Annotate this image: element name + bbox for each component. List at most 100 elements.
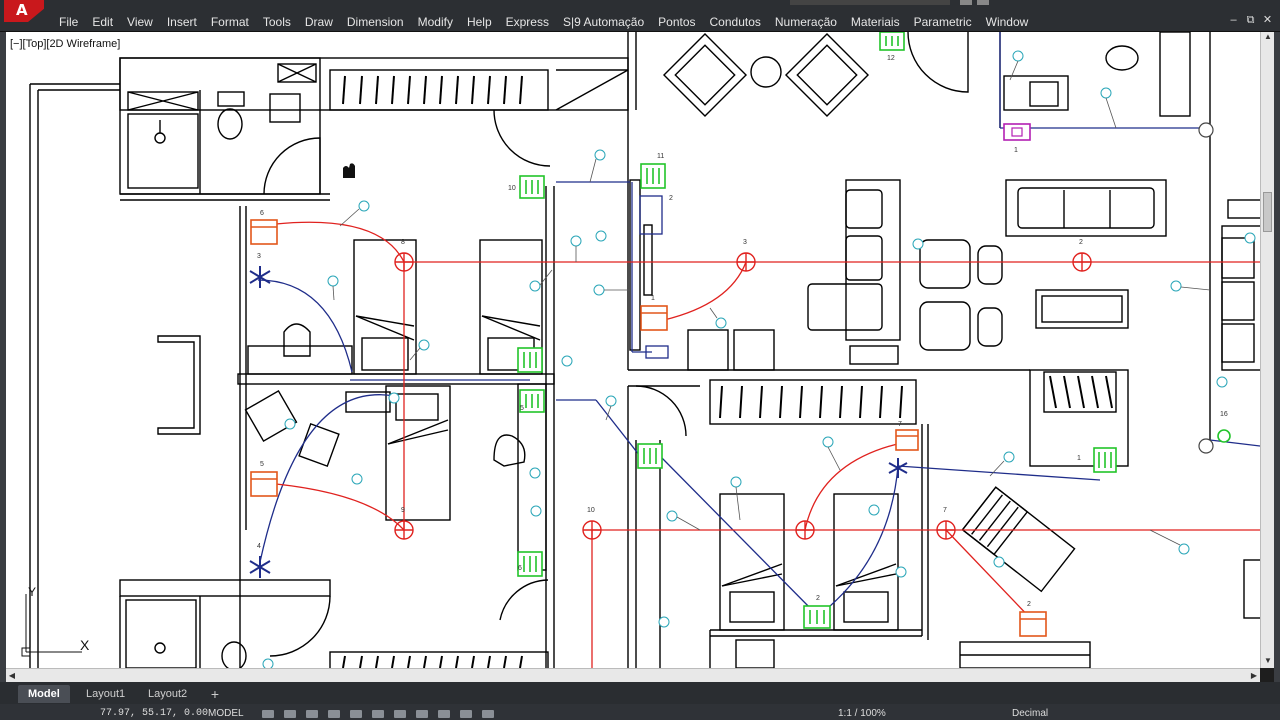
menu-materiais[interactable]: Materiais	[844, 14, 907, 30]
menu-file[interactable]: File	[52, 14, 85, 30]
tag-6: 6	[260, 210, 264, 217]
close-icon[interactable]: ✕	[1261, 14, 1274, 27]
junction-nodes	[1198, 122, 1214, 454]
light-icon	[795, 520, 815, 540]
tab-model[interactable]: Model	[18, 685, 70, 703]
menu-parametric[interactable]: Parametric	[907, 14, 979, 30]
app-logo-letter: A	[16, 1, 28, 19]
tag-5b: 5	[520, 405, 524, 412]
tag-6b: 6	[518, 565, 522, 572]
tab-layout1[interactable]: Layout1	[76, 685, 135, 703]
ucs-icon	[21, 594, 82, 657]
annotation-icon[interactable]	[460, 710, 472, 718]
floor-plan-drawing[interactable]: 12 10 11 6 3 8 3 2 2 1 1 5 4 9 10 7 7 2 …	[6, 32, 1260, 668]
tag-2a: 2	[1079, 239, 1083, 246]
outlet-icon	[250, 219, 278, 245]
minimize-icon[interactable]: –	[1227, 14, 1240, 27]
ucs-x-label: X	[80, 637, 90, 653]
node-icon	[1198, 438, 1214, 454]
search-box[interactable]	[790, 0, 950, 5]
otrack-icon[interactable]	[372, 710, 384, 718]
lineweight-icon[interactable]	[394, 710, 406, 718]
menu-format[interactable]: Format	[204, 14, 256, 30]
leader-lines	[332, 60, 1211, 546]
app-menu-button[interactable]: A	[4, 0, 44, 22]
outlet-icon	[1019, 611, 1047, 637]
menu-condutos[interactable]: Condutos	[703, 14, 768, 30]
tag-3b: 3	[743, 239, 747, 246]
menu-draw[interactable]: Draw	[298, 14, 340, 30]
circuit-lines	[275, 221, 1260, 668]
menu-numeracao[interactable]: Numeração	[768, 14, 844, 30]
viewport-controls-label[interactable]: [−][Top][2D Wireframe]	[10, 38, 120, 50]
snowflake-icon	[249, 556, 271, 578]
ucs-y-label: Y	[28, 585, 36, 599]
tag-2b: 2	[669, 195, 673, 202]
menu-window[interactable]: Window	[979, 14, 1036, 30]
outlets	[250, 219, 1047, 637]
tag-9: 9	[401, 507, 405, 514]
menu-modify[interactable]: Modify	[411, 14, 460, 30]
menu-dimension[interactable]: Dimension	[340, 14, 411, 30]
add-layout-icon[interactable]: +	[206, 685, 224, 703]
switch-icon	[517, 347, 543, 373]
tag-1a: 1	[651, 295, 655, 302]
light-icon	[394, 252, 414, 272]
menu-help[interactable]: Help	[460, 14, 499, 30]
window-controls: – ⧉ ✕	[1227, 14, 1274, 27]
tag-5: 5	[260, 461, 264, 468]
panel-icon	[639, 195, 663, 235]
osnap-icon[interactable]	[350, 710, 362, 718]
tag-3a: 3	[257, 253, 261, 260]
tag-7b: 7	[943, 507, 947, 514]
layout-tabs: Model Layout1 Layout2 +	[0, 682, 1280, 704]
model-space-toggle[interactable]: MODEL	[208, 708, 244, 719]
help-icon[interactable]	[977, 0, 989, 5]
light-icon	[736, 252, 756, 272]
tag-10: 10	[508, 185, 516, 192]
pan-cursor-icon	[343, 163, 355, 178]
menu-bar: A File Edit View Insert Format Tools Dra…	[0, 0, 1280, 32]
menu-pontos[interactable]: Pontos	[651, 14, 702, 30]
menu-s9-automacao[interactable]: S|9 Automação	[556, 14, 651, 30]
workspace-icon[interactable]	[482, 710, 494, 718]
menu-edit[interactable]: Edit	[85, 14, 120, 30]
transparency-icon[interactable]	[416, 710, 428, 718]
tag-7a: 7	[898, 421, 902, 428]
menu-tools[interactable]: Tools	[256, 14, 298, 30]
grid-icon[interactable]	[262, 710, 274, 718]
drawing-viewport[interactable]: [−][Top][2D Wireframe] 12 10 11 6 3 8 3 …	[6, 32, 1260, 668]
tag-8: 8	[401, 239, 405, 246]
switch-icon	[637, 443, 663, 469]
scroll-right-icon[interactable]: ▶	[1248, 669, 1260, 683]
scroll-left-icon[interactable]: ◀	[6, 669, 18, 683]
menu-insert[interactable]: Insert	[160, 14, 204, 30]
scroll-down-icon[interactable]: ▼	[1261, 656, 1275, 668]
light-fixtures	[394, 252, 1092, 540]
exchange-icon[interactable]	[960, 0, 972, 5]
status-toggles	[262, 710, 494, 718]
tab-layout2[interactable]: Layout2	[138, 685, 197, 703]
menu-view[interactable]: View	[120, 14, 160, 30]
vertical-scroll-thumb[interactable]	[1263, 192, 1272, 232]
switch-icon	[803, 605, 831, 629]
right-gutter	[1274, 32, 1280, 682]
junction-box-icon	[1003, 123, 1031, 141]
selection-cycling-icon[interactable]	[438, 710, 450, 718]
vertical-scrollbar[interactable]: ▲ ▼	[1260, 32, 1274, 668]
polar-icon[interactable]	[328, 710, 340, 718]
ortho-icon[interactable]	[306, 710, 318, 718]
units-display[interactable]: Decimal	[1012, 708, 1048, 719]
snap-icon[interactable]	[284, 710, 296, 718]
annotation-scale[interactable]: 1:1 / 100%	[838, 708, 886, 719]
restore-icon[interactable]: ⧉	[1244, 14, 1257, 27]
horizontal-scrollbar[interactable]: ◀ ▶	[6, 668, 1260, 682]
cursor-coordinates: 77.97, 55.17, 0.00	[100, 708, 209, 719]
switch-icon	[519, 175, 545, 199]
switch-icon	[1093, 447, 1117, 473]
tag-1c: 1	[1077, 455, 1081, 462]
outlet-icon	[250, 471, 278, 497]
outlet-icon	[895, 429, 919, 451]
scroll-up-icon[interactable]: ▲	[1261, 32, 1275, 44]
menu-express[interactable]: Express	[499, 14, 556, 30]
